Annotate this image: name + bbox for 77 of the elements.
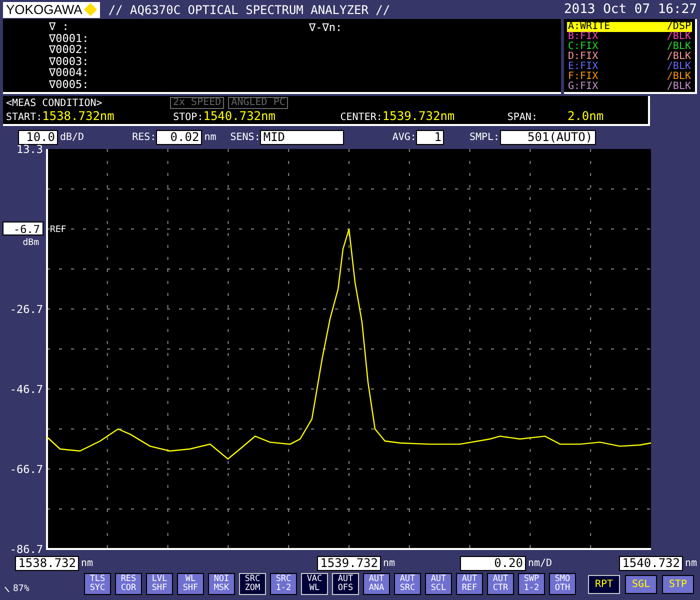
soft-key[interactable]: AUT REF bbox=[456, 573, 483, 595]
param-value: 1539.732nm bbox=[382, 109, 455, 123]
y-tick-label: -66.7 bbox=[10, 463, 43, 476]
soft-key[interactable]: LVL SHF bbox=[146, 573, 173, 595]
sweep-key[interactable]: RPT bbox=[588, 574, 620, 594]
sens-field[interactable]: MID bbox=[260, 130, 344, 145]
res-label: RES: bbox=[132, 132, 156, 143]
soft-key[interactable]: RES COR bbox=[115, 573, 142, 595]
y-tick-label: 13.3 bbox=[16, 144, 43, 156]
trace-item[interactable]: E:FIX /BLK bbox=[567, 62, 692, 72]
y-tick-label: -86.7 bbox=[10, 543, 43, 554]
wavelength-unit: nm bbox=[81, 558, 94, 569]
wavelength-unit: nm bbox=[685, 558, 698, 569]
param-value: 1538.732nm bbox=[42, 109, 114, 123]
soft-key[interactable]: VAC WL bbox=[301, 573, 328, 595]
res-unit: nm bbox=[204, 132, 216, 143]
span-per-div-field[interactable]: 0.20 bbox=[460, 556, 526, 571]
wavelength-field[interactable]: 1540.732 bbox=[619, 556, 683, 571]
wavelength-field[interactable]: 1538.732 bbox=[15, 556, 79, 571]
wavelength-unit: nm bbox=[383, 558, 396, 569]
meas-condition-title: <MEAS CONDITION> bbox=[6, 98, 104, 108]
marker-label: ∇0004: bbox=[49, 67, 90, 78]
span-per-div-unit: nm/D bbox=[528, 558, 552, 569]
sens-label: SENS: bbox=[230, 132, 260, 143]
param-label: SPAN: bbox=[507, 112, 538, 123]
diamond-icon bbox=[84, 3, 98, 16]
soft-key[interactable]: AUT OFS bbox=[332, 573, 359, 595]
trace-item[interactable]: C:FIX /BLK bbox=[567, 42, 692, 52]
soft-key[interactable]: SRC ZOM bbox=[239, 573, 266, 595]
trace-item[interactable]: G:FIX /BLK bbox=[567, 82, 692, 92]
soft-key[interactable]: TLS SYC bbox=[84, 573, 111, 595]
window-title: // AQ6370C OPTICAL SPECTRUM ANALYZER // bbox=[108, 2, 392, 16]
soft-key[interactable]: SRC 1-2 bbox=[270, 573, 297, 595]
sweep-key[interactable]: SGL bbox=[625, 574, 657, 594]
trace-item[interactable]: A:WRITE /DSP bbox=[567, 22, 692, 32]
param-value: 1540.732nm bbox=[203, 109, 276, 123]
y-tick-label: -46.7 bbox=[10, 383, 43, 396]
y-tick-label: -26.7 bbox=[10, 303, 43, 316]
memory-status: 87% bbox=[13, 584, 30, 594]
soft-key[interactable]: SWP 1-2 bbox=[518, 573, 545, 595]
res-field[interactable]: 0.02 bbox=[156, 130, 202, 145]
trace-item[interactable]: F:FIX /BLK bbox=[567, 72, 692, 82]
soft-key[interactable]: AUT CTR bbox=[487, 573, 514, 595]
param-label: START: bbox=[6, 112, 42, 123]
trace-item[interactable]: B:FIX /BLK bbox=[567, 32, 692, 42]
wavelength-field[interactable]: 1539.732 bbox=[317, 556, 381, 571]
slash-icon bbox=[4, 586, 10, 592]
smpl-label: SMPL: bbox=[469, 132, 500, 143]
ref-label: REF bbox=[50, 225, 66, 235]
smpl-field[interactable]: 501(AUTO) bbox=[500, 130, 596, 145]
scale-field[interactable]: 10.0 bbox=[18, 130, 58, 145]
marker-label: ∇0002: bbox=[49, 44, 90, 56]
ref-level-field[interactable]: -6.7 bbox=[2, 222, 44, 236]
soft-key[interactable]: SMO OTH bbox=[549, 573, 576, 595]
sweep-key[interactable]: STP bbox=[662, 574, 694, 594]
soft-key[interactable]: AUT ANA bbox=[363, 573, 390, 595]
marker-label: ∇0001: bbox=[49, 32, 90, 44]
marker-delta-label: ∇-∇n: bbox=[309, 20, 342, 36]
soft-key[interactable]: AUT SCL bbox=[425, 573, 452, 595]
param-label: CENTER: bbox=[340, 112, 382, 123]
marker-label: ∇0003: bbox=[49, 56, 90, 67]
trace-item[interactable]: D:FIX /BLK bbox=[567, 52, 692, 62]
ref-unit: dBm bbox=[22, 238, 39, 248]
scale-unit: dB/D bbox=[60, 132, 84, 143]
avg-field[interactable]: 1 bbox=[416, 130, 444, 145]
condition-flag: 2x SPEED bbox=[170, 97, 224, 109]
soft-key[interactable]: NOI MSK bbox=[208, 573, 235, 595]
condition-flag: ANGLED PC bbox=[228, 97, 288, 109]
soft-key[interactable]: WL SHF bbox=[177, 573, 204, 595]
date-time: 2013 Oct 07 16:27 bbox=[564, 2, 697, 17]
param-label: STOP: bbox=[173, 112, 204, 123]
marker-label: ∇0005: bbox=[49, 78, 90, 90]
logo-text: YOKOGAWA bbox=[6, 2, 82, 17]
marker-label: ∇ : bbox=[49, 21, 70, 32]
soft-key[interactable]: AUT SRC bbox=[394, 573, 421, 595]
param-value: 2.0nm bbox=[567, 109, 604, 123]
avg-label: AVG: bbox=[392, 132, 416, 143]
